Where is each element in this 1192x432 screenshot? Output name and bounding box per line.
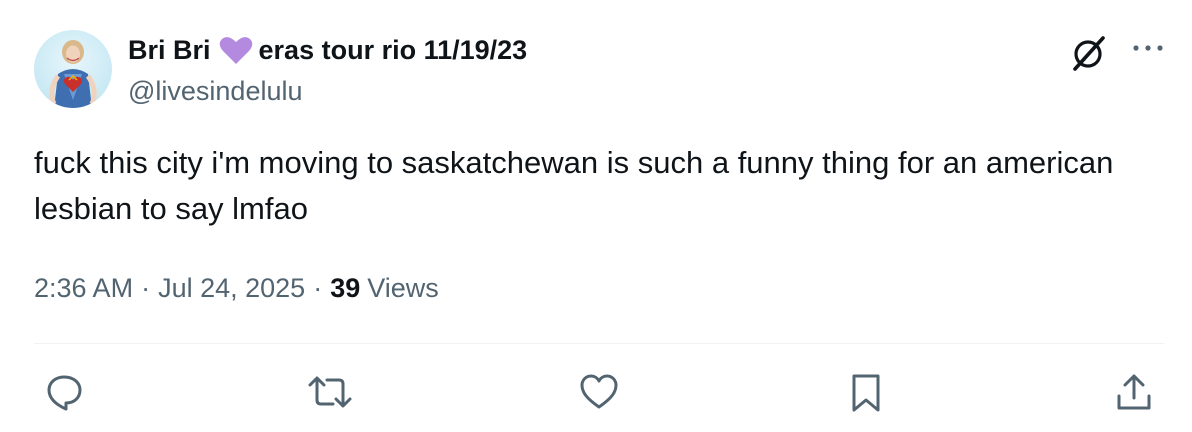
tweet-card: Bri Bri eras tour rio 11/19/23 @livesind… [0,0,1192,432]
author-name-line[interactable]: Bri Bri eras tour rio 11/19/23 [128,33,527,67]
share-button[interactable] [1114,372,1154,414]
author-handle[interactable]: @livesindelulu [128,74,303,108]
views-count[interactable]: 39 [330,270,360,306]
share-icon [1117,374,1151,410]
meta-separator: · [141,273,151,303]
like-icon [580,374,618,409]
avatar-image [49,40,97,108]
views-label[interactable]: Views [367,270,439,306]
reply-icon [47,375,82,411]
tweet-text: fuck this city i'm moving to saskatchewa… [34,145,1114,226]
meta-separator: · [313,273,323,303]
reply-button[interactable] [44,372,84,412]
author-name-suffix[interactable]: eras tour rio 11/19/23 [259,33,528,67]
more-icon[interactable] [1128,38,1168,63]
like-button[interactable] [578,372,620,412]
retweet-button[interactable] [306,372,354,412]
tweet-time[interactable]: 2:36 AM [34,270,133,306]
author-name[interactable]: Bri Bri [128,33,211,67]
purple-heart-icon [219,35,253,65]
retweet-icon [308,376,352,408]
avatar[interactable] [34,30,112,108]
tweet-meta: 2:36 AM · Jul 24, 2025 · 39 Views [34,270,439,306]
bookmark-button[interactable] [848,372,884,414]
divider [34,343,1164,344]
grok-icon[interactable] [1069,33,1109,78]
tweet-date[interactable]: Jul 24, 2025 [158,270,305,306]
bookmark-icon [852,374,880,412]
